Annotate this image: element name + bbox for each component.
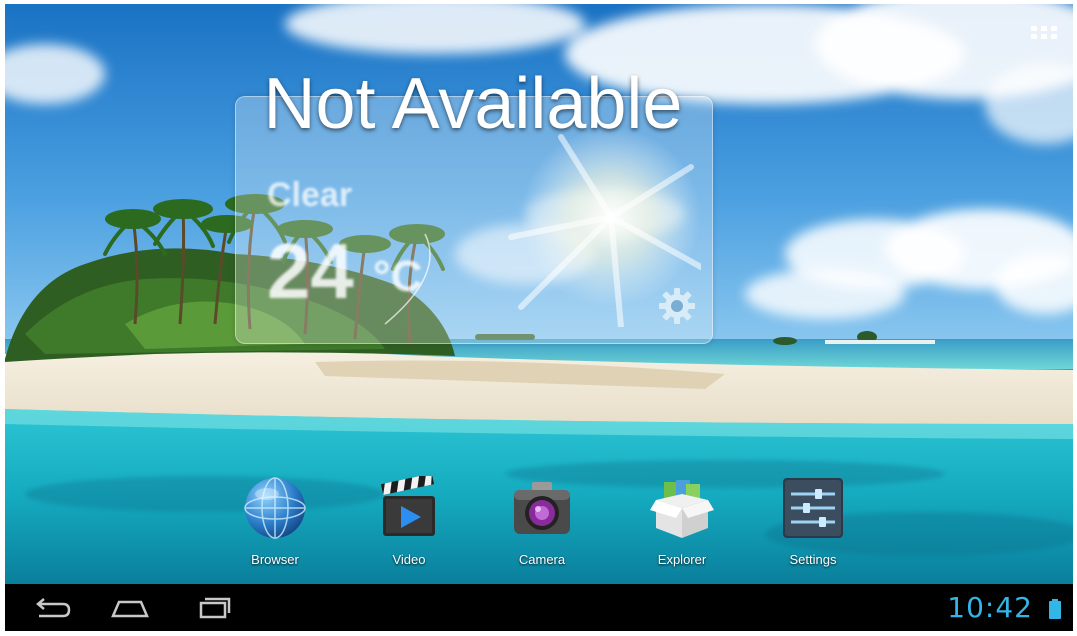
gear-icon[interactable] (655, 284, 699, 328)
dock-label-explorer: Explorer (657, 552, 707, 567)
navigation-bar: 10:42 (5, 584, 1073, 631)
back-icon[interactable] (25, 590, 75, 626)
dock-label-camera: Camera (518, 552, 566, 567)
globe-icon (244, 477, 306, 539)
dock-item-explorer[interactable]: Explorer (632, 476, 732, 576)
dock-label-browser: Browser (251, 552, 299, 567)
apps-grid-icon[interactable] (1029, 24, 1059, 48)
weather-location-title: Not Available (263, 64, 683, 144)
battery-icon (1049, 599, 1061, 619)
clapperboard-icon (380, 476, 435, 536)
home-icon[interactable] (105, 590, 155, 626)
dock-label-settings: Settings (789, 552, 837, 567)
dock-item-settings[interactable]: Settings (763, 476, 863, 576)
dock-item-camera[interactable]: Camera (492, 476, 592, 576)
dock-item-browser[interactable]: Browser (225, 476, 325, 576)
recent-apps-icon[interactable] (188, 590, 238, 626)
weather-temperature: 24 (267, 227, 354, 315)
status-clock: 10:42 (947, 591, 1033, 624)
sliders-icon (783, 478, 843, 538)
weather-condition: Clear (267, 176, 353, 214)
dock-label-video: Video (392, 552, 426, 567)
home-screen: Not Available Clear 24 °C Browser Video … (5, 4, 1073, 631)
weather-temperature-unit: °C (373, 252, 423, 301)
folder-box-icon (650, 480, 714, 538)
dock-item-video[interactable]: Video (359, 476, 459, 576)
camera-icon (514, 482, 570, 534)
